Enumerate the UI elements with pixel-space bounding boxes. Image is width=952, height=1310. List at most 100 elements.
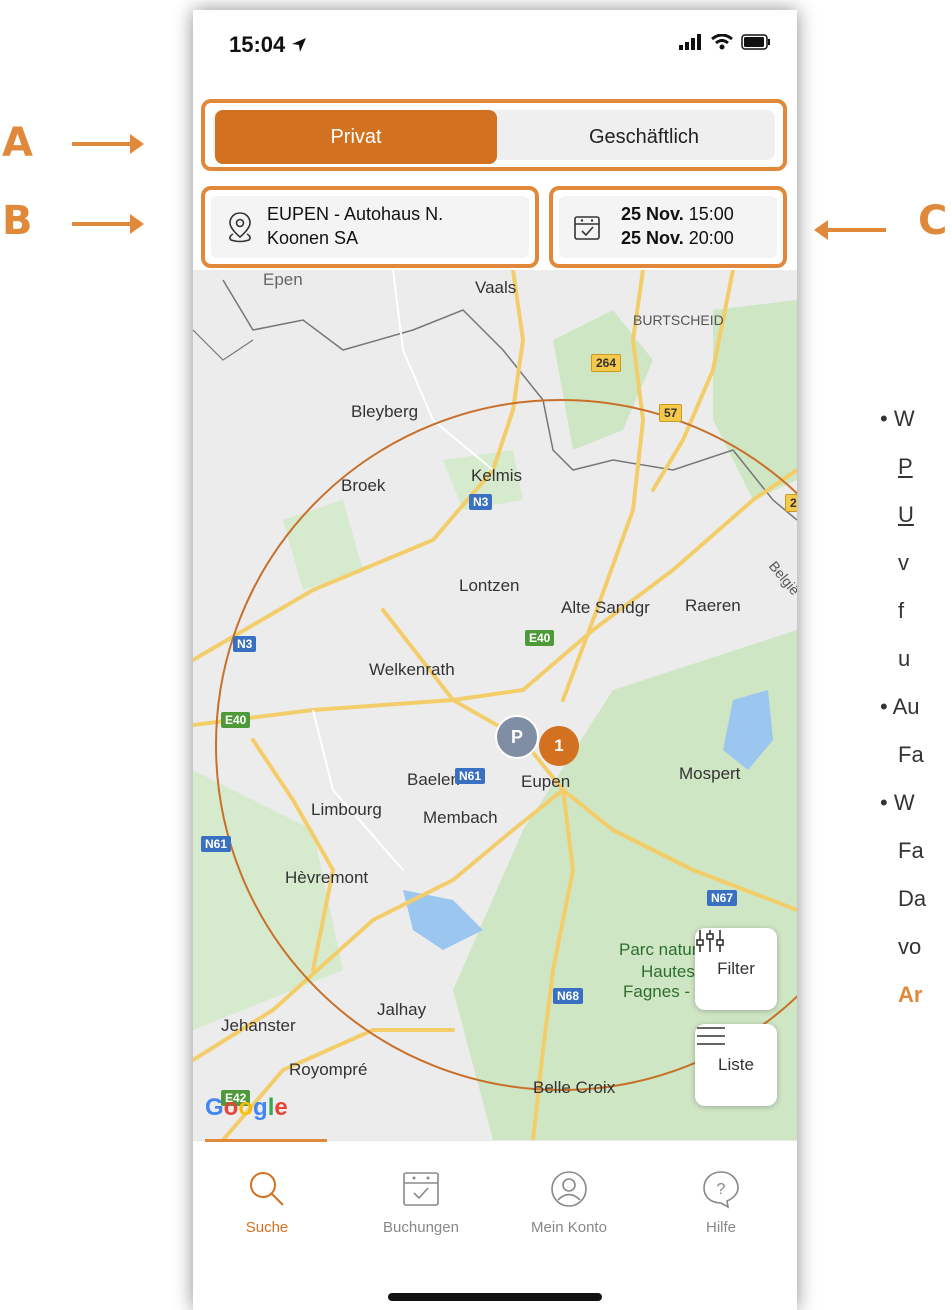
calendar-icon	[574, 216, 600, 240]
search-icon	[250, 1172, 284, 1206]
map-place: Membach	[423, 808, 498, 827]
callout-a: A	[2, 120, 33, 166]
map-place: Baelen	[407, 770, 460, 789]
side-line: f	[898, 598, 905, 623]
road-badge: N67	[707, 890, 738, 906]
road-badge: E40	[221, 712, 251, 728]
map-place: Jalhay	[377, 1000, 427, 1019]
active-tab-indicator	[205, 1139, 327, 1142]
callout-b-arrow	[72, 214, 144, 234]
tab-search-label: Suche	[245, 1219, 289, 1236]
filter-button[interactable]: Filter	[695, 928, 777, 1010]
map-place: Jehanster	[221, 1016, 296, 1035]
tab-account[interactable]: Mein Konto	[509, 1169, 629, 1236]
tab-search[interactable]: Suche	[207, 1169, 327, 1236]
list-lines-icon	[697, 1027, 725, 1045]
start-date: 25 Nov. 15:00	[621, 204, 734, 224]
map-place: Epen	[263, 270, 303, 289]
end-date: 25 Nov. 20:00	[621, 228, 734, 248]
map-place: Kelmis	[471, 466, 523, 485]
callout-c: C	[918, 198, 948, 244]
location-selector[interactable]: EUPEN - Autohaus N. Koonen SA	[201, 186, 539, 268]
mode-switch: Privat Geschäftlich	[201, 99, 787, 171]
map-place: BURTSCHEID	[633, 312, 724, 328]
map-place: Raeren	[685, 596, 741, 615]
side-line: • Au	[880, 694, 920, 719]
tab-bookings[interactable]: Buchungen	[361, 1169, 481, 1236]
battery-icon	[741, 34, 770, 50]
tab-bookings-label: Buchungen	[383, 1219, 459, 1236]
location-arrow-icon	[292, 38, 307, 52]
location-label: EUPEN - Autohaus N. Koonen SA	[267, 202, 443, 250]
calendar-check-icon	[403, 1172, 439, 1206]
map-place: Eupen	[521, 772, 571, 791]
side-line: Fa	[898, 742, 924, 767]
road-badge: 264	[591, 354, 622, 372]
road-badge: N61	[455, 768, 486, 784]
help-bubble-icon: ?	[703, 1171, 739, 1209]
side-line: vo	[898, 934, 922, 959]
side-line: • W	[880, 790, 915, 815]
list-label: Liste	[718, 1055, 754, 1074]
status-icons	[679, 34, 771, 50]
date-selector[interactable]: 25 Nov. 15:00 25 Nov. 20:00	[549, 186, 787, 268]
location-pin-icon	[229, 212, 251, 243]
side-line: U	[898, 502, 914, 527]
road-badge: 57	[659, 404, 683, 422]
business-tab[interactable]: Geschäftlich	[505, 110, 783, 164]
map-place: Hèvremont	[285, 868, 369, 887]
road-badge: N68	[553, 988, 584, 1004]
side-description: • W P U v f u • Au Fa • W Fa Da vo Ar	[880, 395, 952, 1019]
list-button[interactable]: Liste	[695, 1024, 777, 1106]
date-range: 25 Nov. 15:00 25 Nov. 20:00	[621, 202, 734, 250]
side-line: P	[898, 454, 913, 479]
wifi-icon	[711, 34, 733, 50]
side-line: Da	[898, 886, 927, 911]
filter-label: Filter	[717, 959, 755, 978]
map-place: Belle Croix	[533, 1078, 616, 1097]
callout-c-arrow	[814, 220, 886, 240]
signal-icon	[679, 34, 701, 50]
tab-help[interactable]: ? Hilfe	[661, 1169, 781, 1236]
tab-account-label: Mein Konto	[531, 1219, 607, 1236]
map-place: Mospert	[679, 764, 741, 783]
map-view[interactable]: Epen Vaals BURTSCHEID Bleyberg Kelmis Br…	[193, 270, 797, 1140]
map-place: Broek	[341, 476, 386, 495]
callout-a-arrow	[72, 134, 144, 154]
cluster-marker[interactable]: 1	[539, 726, 579, 766]
side-line: Ar	[898, 982, 923, 1007]
map-place: Vaals	[475, 278, 517, 297]
map-place: Welkenrath	[369, 660, 455, 679]
road-badge: N61	[201, 836, 232, 852]
map-place: Alte Sandgr	[561, 598, 650, 617]
side-line: • W	[880, 406, 915, 431]
filter-sliders-icon	[696, 930, 724, 952]
svg-text:?: ?	[717, 1181, 726, 1198]
private-tab[interactable]: Privat	[215, 110, 497, 164]
map-place: Hautes	[641, 962, 695, 981]
tab-bar: Suche Buchungen Mein Konto ? Hilfe	[193, 1139, 797, 1310]
side-line: u	[898, 646, 911, 671]
tab-help-label: Hilfe	[705, 1219, 736, 1236]
parking-marker[interactable]: P	[495, 715, 539, 759]
phone-screen: 15:04 Privat Geschäftlich EUPEN - Autoha…	[193, 10, 797, 1310]
map-place: Bleyberg	[351, 402, 419, 421]
map-place: Limbourg	[311, 800, 382, 819]
side-line: v	[898, 550, 909, 575]
road-badge: N3	[469, 494, 493, 510]
location-line-1: EUPEN - Autohaus N.	[267, 204, 444, 224]
google-logo: Google	[205, 1094, 288, 1121]
location-line-2: Koonen SA	[267, 228, 359, 248]
road-badge: 25	[785, 494, 797, 512]
callout-b: B	[2, 198, 33, 244]
status-bar: 15:04	[193, 10, 797, 90]
side-line: Fa	[898, 838, 924, 863]
home-indicator[interactable]	[388, 1293, 602, 1301]
road-badge: E40	[525, 630, 555, 646]
road-badge: N3	[233, 636, 257, 652]
map-place: Fagnes -	[623, 982, 691, 1001]
status-time: 15:04	[229, 32, 307, 58]
map-place: Lontzen	[459, 576, 520, 595]
map-place: Royompré	[289, 1060, 368, 1079]
user-circle-icon	[551, 1171, 587, 1207]
